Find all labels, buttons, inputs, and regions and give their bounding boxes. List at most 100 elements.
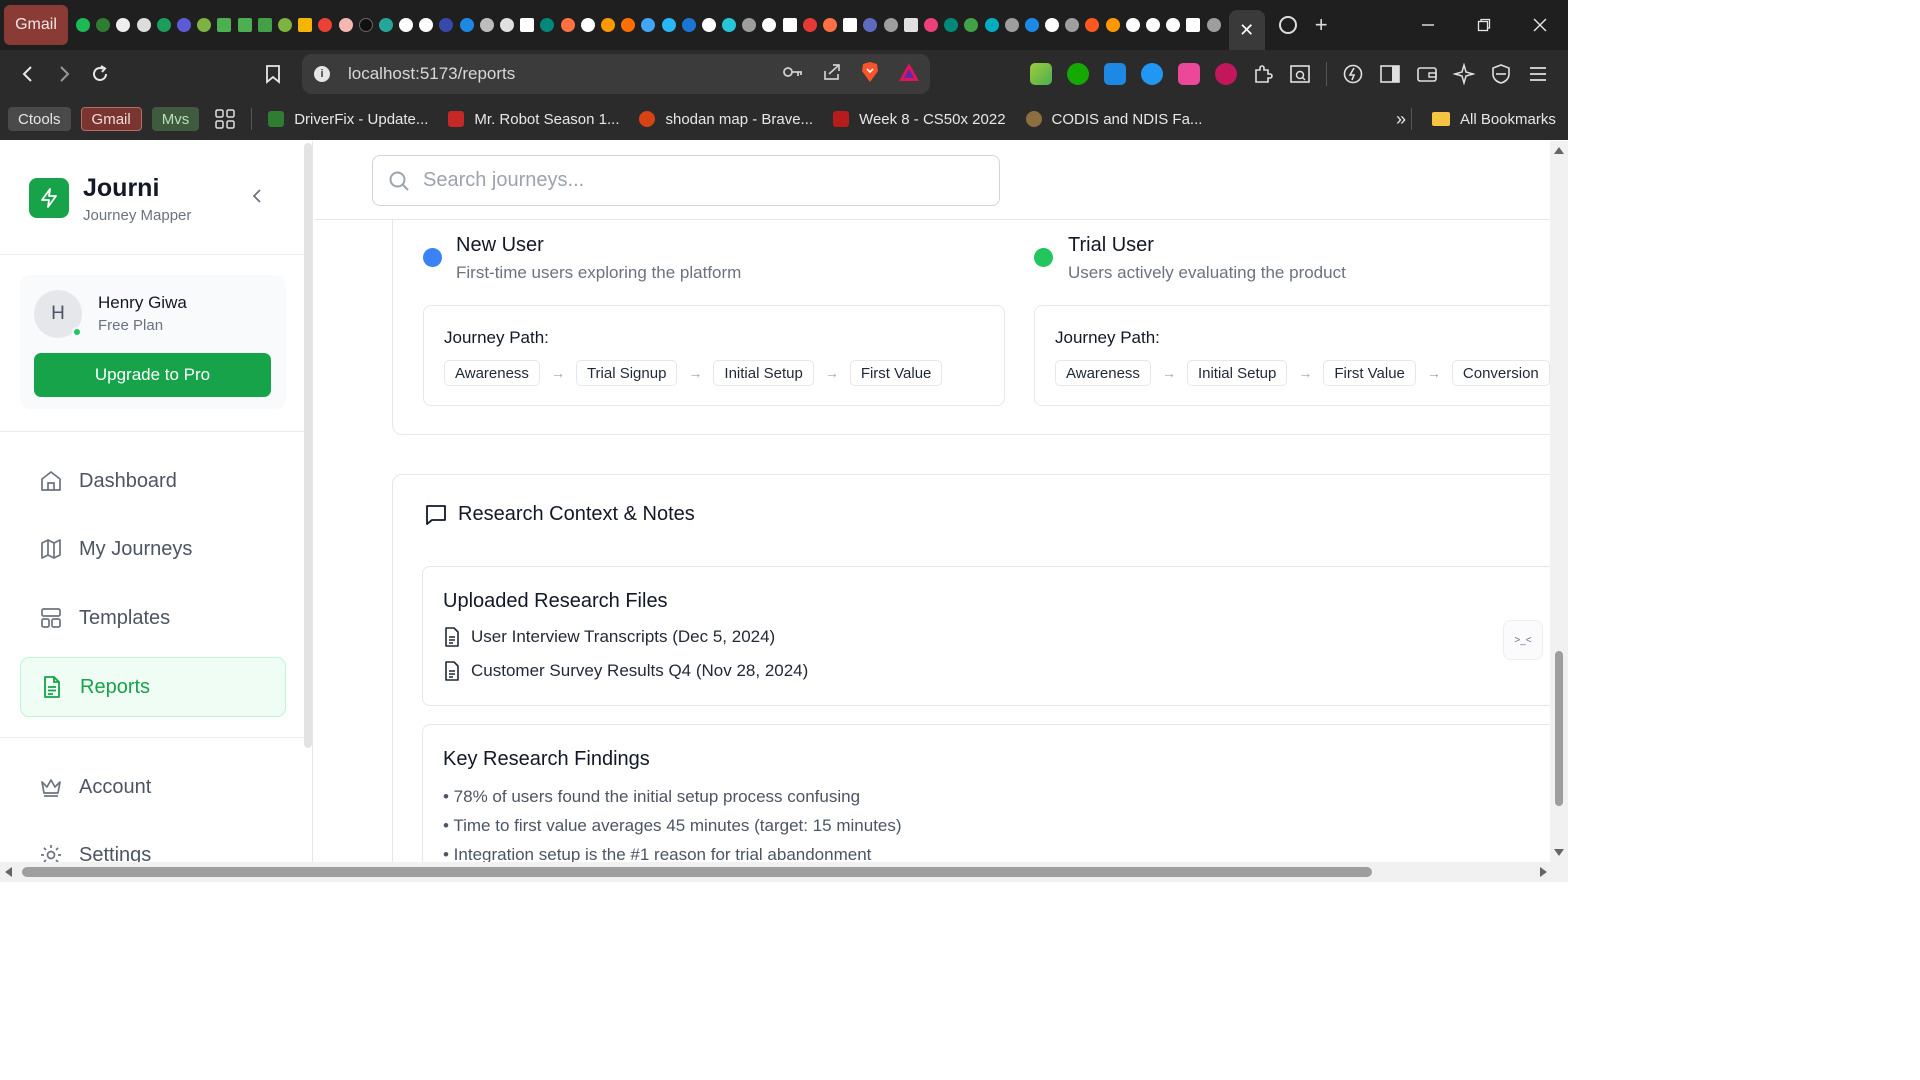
tab-favicon[interactable] [397, 16, 415, 34]
tab-favicon[interactable] [760, 16, 778, 34]
tab-favicon[interactable] [236, 16, 254, 34]
upgrade-button[interactable]: Upgrade to Pro [34, 353, 271, 397]
sidebar-item-settings[interactable]: Settings [20, 825, 286, 862]
tab-favicon[interactable] [478, 16, 496, 34]
vpn-icon[interactable] [1490, 63, 1512, 85]
apps-grid-icon[interactable] [215, 109, 235, 129]
tab-favicon[interactable] [276, 16, 294, 34]
minimize-icon[interactable] [1400, 0, 1456, 50]
tab-favicon[interactable] [801, 16, 819, 34]
back-button[interactable] [10, 56, 46, 92]
upwork-extension-icon[interactable] [1067, 63, 1089, 85]
sidebar-toggle-icon[interactable] [1379, 63, 1401, 85]
scroll-right-arrow[interactable] [1540, 867, 1547, 877]
bookmark-page-icon[interactable] [255, 56, 291, 92]
tab-favicon[interactable] [902, 16, 920, 34]
journey-step[interactable]: Initial Setup [713, 360, 814, 386]
tab-notion[interactable] [1184, 16, 1202, 34]
floating-extension-widget[interactable]: >_< [1503, 620, 1543, 660]
tab-favicon[interactable] [458, 16, 476, 34]
restore-icon[interactable] [1456, 0, 1512, 50]
password-key-icon[interactable] [782, 65, 804, 84]
tab-favicon[interactable] [841, 16, 859, 34]
leo-ai-icon[interactable] [1452, 62, 1476, 86]
sidebar-item-reports[interactable]: Reports [20, 657, 286, 717]
scrollbar-thumb[interactable] [22, 867, 1372, 877]
journey-step[interactable]: Initial Setup [1186, 360, 1288, 386]
url-text[interactable]: localhost:5173/reports [348, 64, 515, 84]
bookmark-chip-gmail[interactable]: Gmail [80, 107, 142, 131]
extension-icon-c[interactable] [1141, 63, 1163, 85]
tab-favicon[interactable] [680, 16, 698, 34]
tab-favicon[interactable] [740, 16, 758, 34]
tab-favicon[interactable] [155, 16, 173, 34]
tab-favicon[interactable] [175, 16, 193, 34]
sidebar-scrollbar[interactable] [304, 143, 312, 748]
logo-bolt-icon[interactable] [29, 178, 69, 218]
search-input[interactable]: Search journeys... [372, 155, 1000, 206]
search-tab-icon[interactable] [1289, 63, 1311, 85]
close-icon[interactable]: ✕ [1239, 20, 1254, 41]
journey-step[interactable]: Awareness [444, 360, 540, 386]
tab-favicon[interactable] [94, 16, 112, 34]
tab-favicon[interactable] [1205, 16, 1223, 34]
new-tab-button[interactable]: + [1315, 12, 1328, 38]
collapse-sidebar-button[interactable] [246, 185, 268, 207]
bookmark-chip-mvs[interactable]: Mvs [151, 107, 200, 131]
tab-favicon[interactable] [821, 16, 839, 34]
bookmark-codis[interactable]: CODIS and NDIS Fa... [1025, 111, 1202, 128]
menu-icon[interactable] [1527, 63, 1549, 85]
extension-icon-k[interactable] [1104, 63, 1126, 85]
share-icon[interactable] [822, 62, 842, 87]
tab-favicon[interactable] [498, 16, 516, 34]
reload-button[interactable] [82, 56, 118, 92]
tab-favicon[interactable] [639, 16, 657, 34]
tab-favicon[interactable] [417, 16, 435, 34]
tab-favicon[interactable] [215, 16, 233, 34]
chart-extension-icon[interactable] [1030, 63, 1052, 85]
active-tab[interactable]: ✕ [1228, 10, 1265, 50]
journey-step[interactable]: Awareness [1055, 360, 1151, 386]
scrollbar-thumb[interactable] [1555, 651, 1563, 806]
bookmarks-overflow-button[interactable]: » [1396, 109, 1406, 130]
site-info-icon[interactable]: i [314, 66, 330, 82]
tab-favicon[interactable] [538, 16, 556, 34]
tab-github[interactable] [1124, 16, 1142, 34]
tab-favicon[interactable] [437, 16, 455, 34]
brave-shields-icon[interactable] [860, 61, 880, 88]
tab-favicon[interactable] [316, 16, 334, 34]
speed-dial-icon[interactable] [1342, 63, 1364, 85]
extension-icon-figma[interactable] [1178, 63, 1200, 85]
tab-favicon[interactable] [781, 16, 799, 34]
tab-favicon[interactable] [195, 16, 213, 34]
wallet-icon[interactable] [1416, 63, 1438, 85]
tab-favicon[interactable] [579, 16, 597, 34]
tab-favicon[interactable] [256, 16, 274, 34]
tab-spotify[interactable] [74, 16, 92, 34]
tab-favicon[interactable] [982, 16, 1000, 34]
scroll-down-arrow[interactable] [1554, 849, 1564, 856]
tab-favicon[interactable] [922, 16, 940, 34]
scroll-left-arrow[interactable] [5, 867, 12, 877]
tab-favicon[interactable] [619, 16, 637, 34]
bookmark-driverfix[interactable]: DriverFix - Update... [268, 111, 428, 128]
tab-favicon[interactable] [114, 16, 132, 34]
tab-favicon[interactable] [1043, 16, 1061, 34]
page-vertical-scrollbar[interactable] [1550, 141, 1568, 862]
journey-step[interactable]: First Value [1323, 360, 1416, 386]
sidebar-item-templates[interactable]: Templates [20, 588, 286, 648]
tab-favicon[interactable] [962, 16, 980, 34]
tab-gmail[interactable]: Gmail [4, 5, 68, 45]
sidebar-item-dashboard[interactable]: Dashboard [20, 451, 286, 511]
tab-favicon[interactable] [861, 16, 879, 34]
close-window-icon[interactable] [1512, 0, 1568, 50]
tab-favicon[interactable] [882, 16, 900, 34]
bookmark-shodan[interactable]: shodan map - Brave... [639, 111, 813, 128]
tab-favicon[interactable] [1083, 16, 1101, 34]
bookmark-chip-ctools[interactable]: Ctools [8, 107, 71, 131]
tab-favicon[interactable] [357, 16, 375, 34]
tab-favicon[interactable] [1104, 16, 1122, 34]
tab-favicon[interactable] [559, 16, 577, 34]
page-horizontal-scrollbar[interactable] [0, 862, 1568, 882]
address-bar[interactable]: i localhost:5173/reports [302, 54, 930, 94]
